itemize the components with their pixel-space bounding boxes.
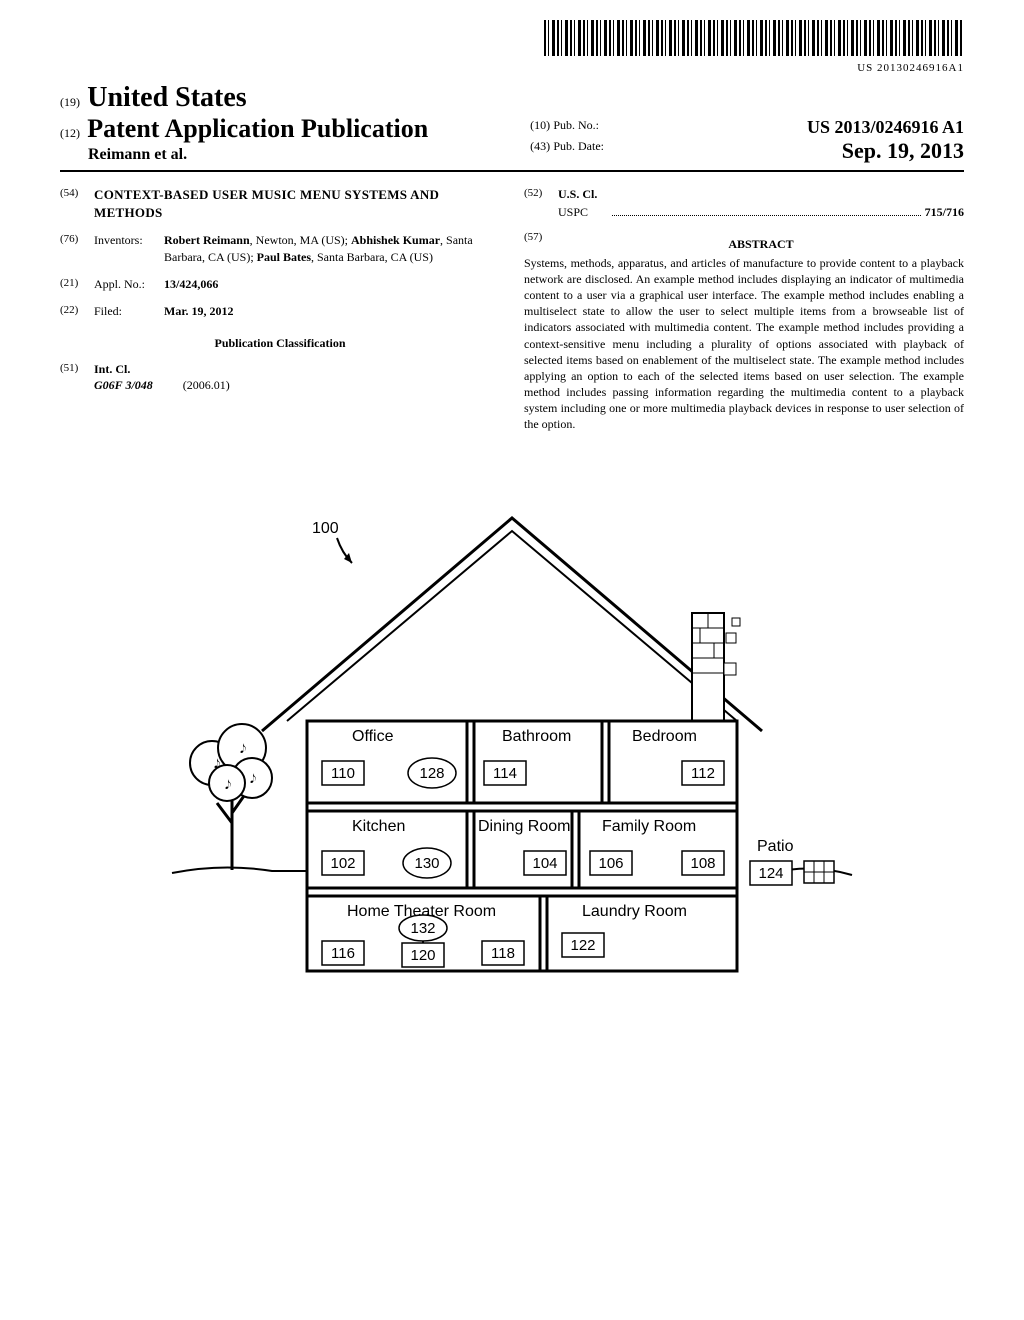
svg-text:𝅘𝅥𝅮: 𝅘𝅥𝅮 bbox=[250, 772, 256, 786]
pub-class-heading: Publication Classification bbox=[60, 336, 500, 351]
svg-text:𝅘𝅥𝅮: 𝅘𝅥𝅮 bbox=[240, 742, 246, 756]
header-right: (10) Pub. No.: US 2013/0246916 A1 (43) P… bbox=[530, 113, 964, 164]
barcode-text: US 20130246916A1 bbox=[60, 62, 964, 74]
field-57-abstract-head: (57) ABSTRACT bbox=[524, 230, 964, 253]
applno-value: 13/424,066 bbox=[164, 276, 500, 293]
field-54-title: (54) CONTEXT-BASED USER MUSIC MENU SYSTE… bbox=[60, 186, 500, 222]
uspc-value: 715/716 bbox=[925, 205, 964, 220]
code-21: (21) bbox=[60, 276, 94, 293]
uscl-label: U.S. Cl. bbox=[558, 187, 597, 201]
uspc-row: USPC 715/716 bbox=[558, 205, 964, 220]
ref-104: 104 bbox=[532, 855, 557, 872]
ref-116: 116 bbox=[331, 945, 355, 962]
authors-line: Reimann et al. bbox=[88, 146, 494, 164]
ref-108: 108 bbox=[690, 855, 715, 872]
code-19: (19) bbox=[60, 95, 80, 110]
code-57: (57) bbox=[524, 230, 558, 253]
bibliographic-columns: (54) CONTEXT-BASED USER MUSIC MENU SYSTE… bbox=[60, 186, 964, 433]
house-figure: 𝅘𝅥𝅮 𝅘𝅥𝅮 𝅘𝅥𝅮 𝅘𝅥𝅮 bbox=[152, 463, 872, 1043]
patio-grill-icon bbox=[804, 861, 834, 883]
room-label-patio: Patio bbox=[757, 838, 794, 855]
ref-114: 114 bbox=[493, 765, 517, 782]
svg-text:𝅘𝅥𝅮: 𝅘𝅥𝅮 bbox=[225, 778, 231, 792]
abstract-text: Systems, methods, apparatus, and article… bbox=[524, 255, 964, 433]
intcl-code: G06F 3/048 bbox=[94, 378, 153, 392]
code-76: (76) bbox=[60, 232, 94, 266]
ref-132: 132 bbox=[410, 920, 435, 937]
figure-area: 𝅘𝅥𝅮 𝅘𝅥𝅮 𝅘𝅥𝅮 𝅘𝅥𝅮 bbox=[60, 463, 964, 1047]
header-left: (19) United States (12) Patent Applicati… bbox=[60, 82, 494, 164]
svg-text:𝅘𝅥𝅮: 𝅘𝅥𝅮 bbox=[214, 757, 220, 771]
right-column: (52) U.S. Cl. USPC 715/716 (57) ABSTRACT… bbox=[524, 186, 964, 433]
barcode-region: US 20130246916A1 bbox=[60, 20, 964, 74]
inventors-value: Robert Reimann, Newton, MA (US); Abhishe… bbox=[164, 232, 500, 266]
pub-date-label: Pub. Date: bbox=[553, 139, 604, 153]
uspc-dots bbox=[612, 215, 921, 216]
ref-110: 110 bbox=[331, 765, 355, 782]
ref-102: 102 bbox=[330, 855, 355, 872]
abstract-heading: ABSTRACT bbox=[558, 236, 964, 253]
ref-112: 112 bbox=[691, 765, 715, 782]
room-label-bedroom: Bedroom bbox=[632, 728, 697, 745]
ref-120: 120 bbox=[410, 947, 435, 964]
room-label-office: Office bbox=[352, 728, 394, 745]
uspc-label: USPC bbox=[558, 205, 608, 220]
room-label-laundry: Laundry Room bbox=[582, 903, 687, 920]
code-12: (12) bbox=[60, 126, 80, 141]
filed-value: Mar. 19, 2012 bbox=[164, 303, 500, 320]
left-column: (54) CONTEXT-BASED USER MUSIC MENU SYSTE… bbox=[60, 186, 500, 433]
field-51-intcl: (51) Int. Cl. G06F 3/048 (2006.01) bbox=[60, 361, 500, 395]
code-51: (51) bbox=[60, 361, 94, 395]
publication-type: Patent Application Publication bbox=[87, 114, 428, 143]
country-name: United States bbox=[87, 82, 246, 113]
intcl-label: Int. Cl. bbox=[94, 362, 130, 376]
ref-118: 118 bbox=[491, 945, 515, 962]
pub-no-label: Pub. No.: bbox=[553, 118, 599, 132]
ref-124: 124 bbox=[758, 865, 783, 882]
ref-130: 130 bbox=[414, 855, 439, 872]
field-22-filed: (22) Filed: Mar. 19, 2012 bbox=[60, 303, 500, 320]
tree-icon: 𝅘𝅥𝅮 𝅘𝅥𝅮 𝅘𝅥𝅮 𝅘𝅥𝅮 bbox=[190, 724, 272, 870]
intcl-block: Int. Cl. G06F 3/048 (2006.01) bbox=[94, 361, 500, 395]
code-43: (43) bbox=[530, 139, 550, 153]
barcode-graphic bbox=[544, 20, 964, 56]
pub-no-value: US 2013/0246916 A1 bbox=[807, 117, 964, 138]
room-label-bathroom: Bathroom bbox=[502, 728, 571, 745]
field-52-uscl: (52) U.S. Cl. bbox=[524, 186, 964, 203]
ref-100: 100 bbox=[312, 520, 339, 537]
field-76-inventors: (76) Inventors: Robert Reimann, Newton, … bbox=[60, 232, 500, 266]
invention-title: CONTEXT-BASED USER MUSIC MENU SYSTEMS AN… bbox=[94, 186, 500, 222]
ref-106: 106 bbox=[598, 855, 623, 872]
room-label-dining: Dining Room bbox=[478, 818, 570, 835]
code-52: (52) bbox=[524, 186, 558, 203]
code-10: (10) bbox=[530, 118, 550, 132]
code-54: (54) bbox=[60, 186, 94, 222]
filed-label: Filed: bbox=[94, 303, 164, 320]
intcl-year: (2006.01) bbox=[183, 378, 230, 392]
field-21-applno: (21) Appl. No.: 13/424,066 bbox=[60, 276, 500, 293]
room-label-kitchen: Kitchen bbox=[352, 818, 405, 835]
document-header: (19) United States (12) Patent Applicati… bbox=[60, 82, 964, 172]
ref-122: 122 bbox=[570, 937, 595, 954]
pub-date-value: Sep. 19, 2013 bbox=[842, 138, 964, 164]
applno-label: Appl. No.: bbox=[94, 276, 164, 293]
code-22: (22) bbox=[60, 303, 94, 320]
inventors-label: Inventors: bbox=[94, 232, 164, 266]
room-label-family: Family Room bbox=[602, 818, 696, 835]
ref-128: 128 bbox=[419, 765, 444, 782]
